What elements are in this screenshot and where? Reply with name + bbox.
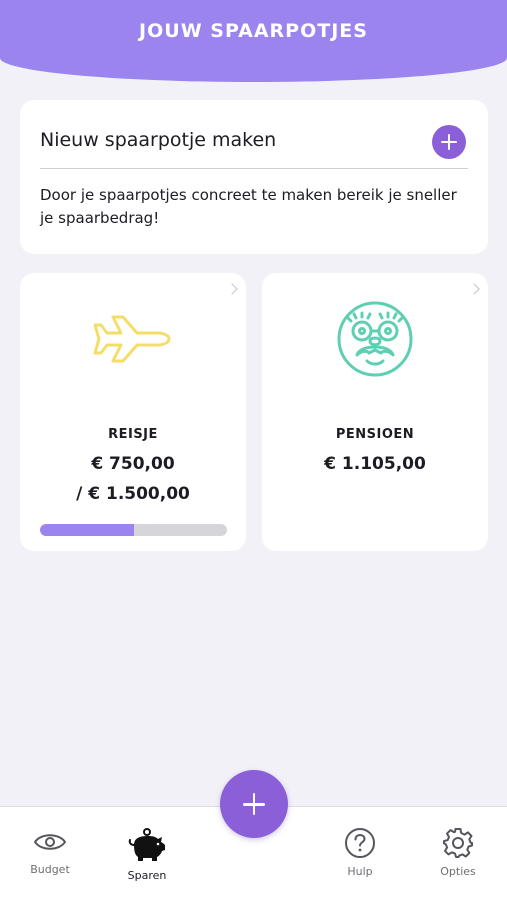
- pot-name: PENSIOEN: [335, 427, 415, 442]
- pot-name: REISJE: [108, 427, 158, 442]
- pot-amount: € 1.105,00: [324, 454, 426, 474]
- nav-item-hulp[interactable]: Hulp: [320, 827, 400, 878]
- new-pot-card[interactable]: Nieuw spaarpotje maken Door je spaarpotj…: [20, 100, 488, 254]
- savings-screen: JOUW SPAARPOTJES Nieuw spaarpotje maken …: [0, 0, 507, 900]
- add-pot-fab-button[interactable]: [220, 770, 288, 838]
- new-pot-title: Nieuw spaarpotje maken: [40, 129, 277, 151]
- chevron-right-icon: [468, 283, 480, 295]
- plus-icon[interactable]: [432, 125, 466, 159]
- progress-bar: [40, 524, 227, 536]
- page-title: JOUW SPAARPOTJES: [139, 20, 368, 42]
- header: JOUW SPAARPOTJES: [0, 0, 507, 82]
- nav-label: Opties: [440, 865, 476, 878]
- nav-label: Hulp: [347, 865, 373, 878]
- nav-item-opties[interactable]: Opties: [418, 827, 498, 878]
- help-icon: [345, 828, 375, 858]
- piggy-bank-icon: [128, 828, 165, 861]
- pot-card-pensioen[interactable]: PENSIOEN € 1.105,00: [262, 273, 488, 551]
- chevron-right-icon: [226, 283, 238, 295]
- nav-label: Sparen: [127, 869, 167, 882]
- nav-item-budget[interactable]: Budget: [10, 827, 90, 876]
- pot-card-reisje[interactable]: REISJE € 750,00 / € 1.500,00: [20, 273, 246, 551]
- new-pot-description: Door je spaarpotjes concreet te maken be…: [40, 186, 457, 227]
- nav-item-sparen[interactable]: Sparen: [107, 827, 187, 882]
- gear-icon: [443, 828, 473, 858]
- airplane-icon: [93, 315, 171, 363]
- old-face-icon: [337, 301, 413, 377]
- nav-label: Budget: [30, 863, 70, 876]
- pot-goal: / € 1.500,00: [76, 484, 190, 504]
- progress-fill: [40, 524, 134, 536]
- divider: [40, 168, 468, 169]
- eye-icon: [34, 834, 66, 850]
- pot-amount: € 750,00: [91, 454, 175, 474]
